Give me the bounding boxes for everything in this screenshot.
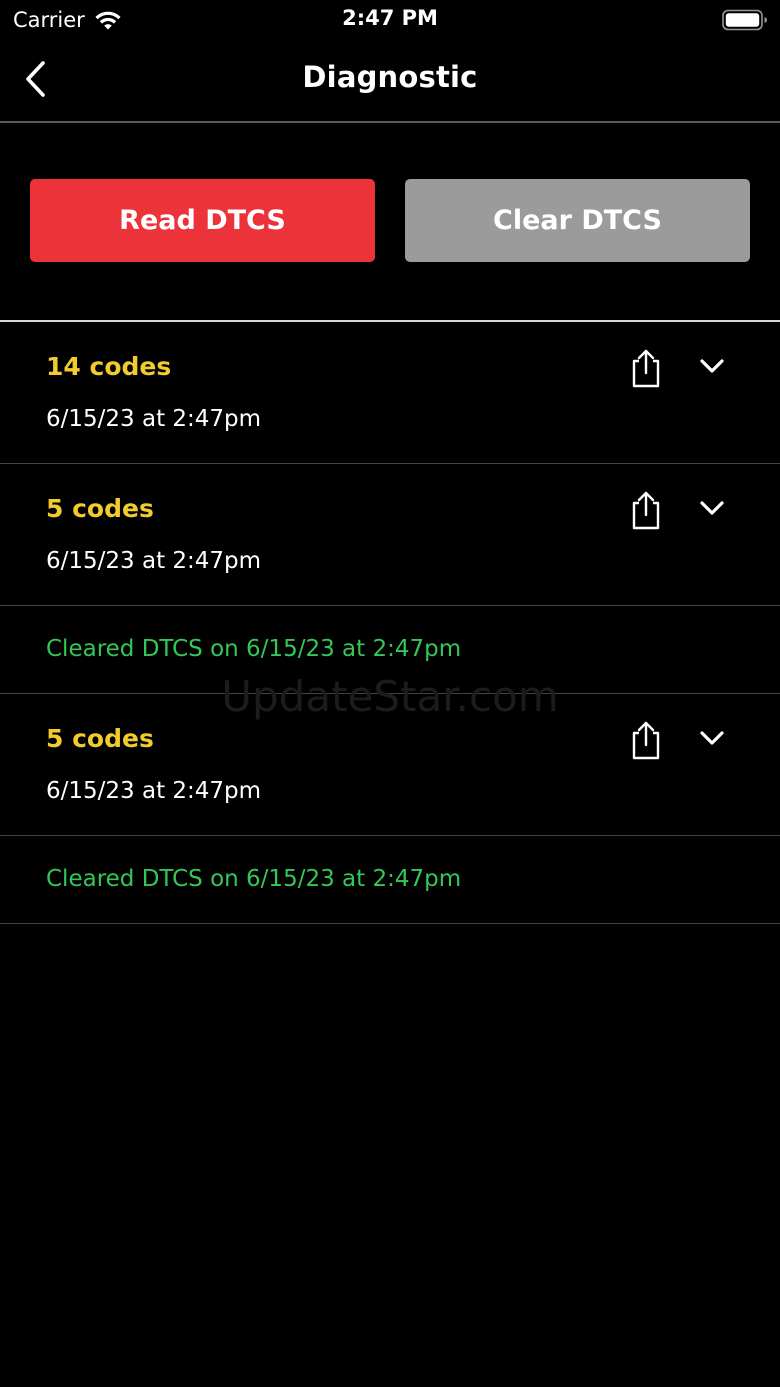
- chevron-down-icon[interactable]: [697, 354, 727, 378]
- scan-record[interactable]: 14 codes 6/15/23 at 2:47pm: [0, 322, 780, 464]
- code-count: 5 codes: [46, 724, 154, 753]
- scan-record[interactable]: 5 codes 6/15/23 at 2:47pm: [0, 694, 780, 836]
- battery-icon: [722, 9, 767, 31]
- chevron-down-icon[interactable]: [697, 726, 727, 750]
- cleared-record: Cleared DTCS on 6/15/23 at 2:47pm: [0, 606, 780, 694]
- share-icon[interactable]: [628, 490, 664, 530]
- record-timestamp: 6/15/23 at 2:47pm: [46, 406, 262, 432]
- scan-record[interactable]: 5 codes 6/15/23 at 2:47pm: [0, 464, 780, 606]
- cleared-text: Cleared DTCS on 6/15/23 at 2:47pm: [46, 866, 462, 892]
- action-buttons: Read DTCS Clear DTCS: [0, 123, 780, 322]
- code-count: 5 codes: [46, 494, 154, 523]
- clear-dtcs-button[interactable]: Clear DTCS: [405, 179, 750, 262]
- status-bar: Carrier 2:47 PM: [0, 0, 780, 40]
- cleared-text: Cleared DTCS on 6/15/23 at 2:47pm: [46, 636, 462, 662]
- chevron-down-icon[interactable]: [697, 496, 727, 520]
- record-timestamp: 6/15/23 at 2:47pm: [46, 548, 262, 574]
- share-icon[interactable]: [628, 720, 664, 760]
- page-title: Diagnostic: [302, 60, 478, 94]
- navigation-bar: Diagnostic: [0, 40, 780, 123]
- code-count: 14 codes: [46, 352, 172, 381]
- cleared-record: Cleared DTCS on 6/15/23 at 2:47pm: [0, 836, 780, 924]
- record-timestamp: 6/15/23 at 2:47pm: [46, 778, 262, 804]
- read-dtcs-button[interactable]: Read DTCS: [30, 179, 375, 262]
- records-list: 14 codes 6/15/23 at 2:47pm 5 codes 6/15/…: [0, 322, 780, 924]
- status-time: 2:47 PM: [342, 6, 438, 30]
- share-icon[interactable]: [628, 348, 664, 388]
